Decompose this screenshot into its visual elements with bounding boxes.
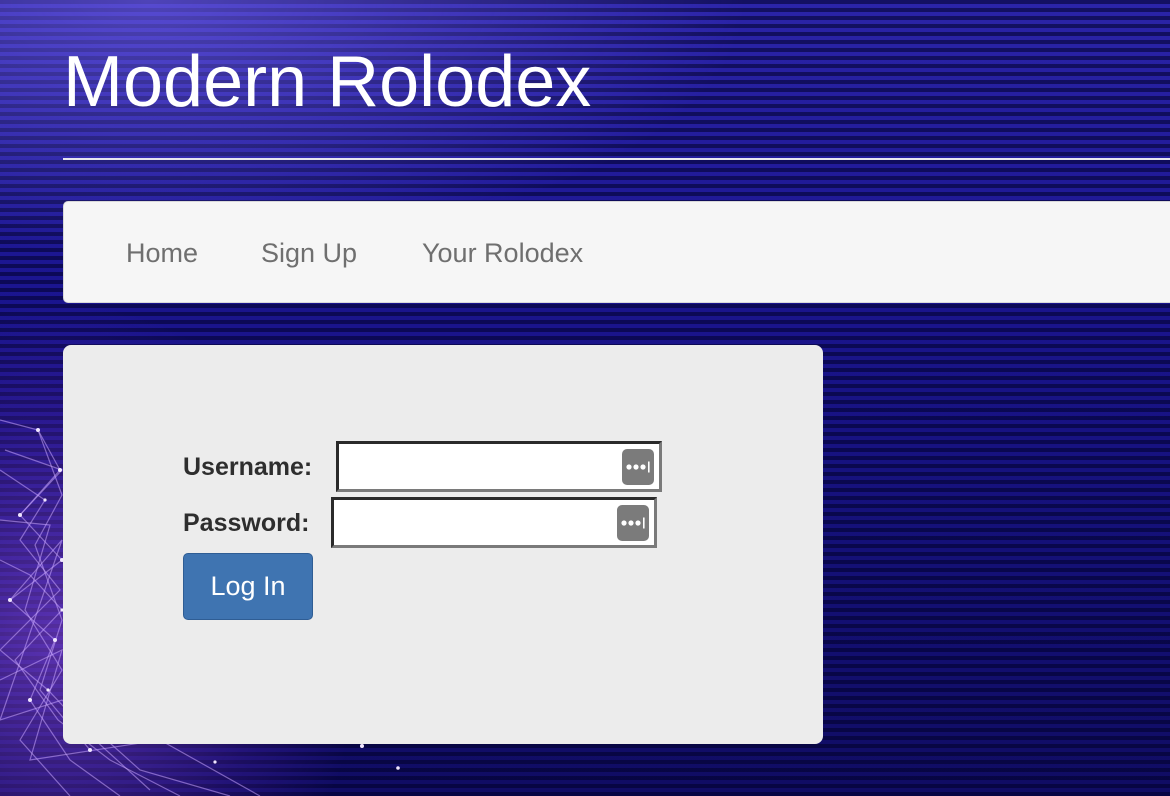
password-input[interactable] <box>331 497 657 548</box>
site-title: Modern Rolodex <box>63 42 592 122</box>
password-manager-key-icon[interactable] <box>622 449 654 485</box>
nav-link-your-rolodex[interactable]: Your Rolodex <box>422 236 583 270</box>
login-panel: Username: Password: Log In <box>63 345 823 744</box>
main-navbar: Home Sign Up Your Rolodex <box>63 201 1170 303</box>
username-input[interactable] <box>336 441 662 492</box>
password-manager-key-icon[interactable] <box>617 505 649 541</box>
username-label: Username: <box>183 453 313 481</box>
password-label: Password: <box>183 509 310 537</box>
log-in-button[interactable]: Log In <box>183 553 313 620</box>
title-divider <box>63 158 1170 160</box>
nav-link-home[interactable]: Home <box>126 236 198 270</box>
nav-link-sign-up[interactable]: Sign Up <box>261 236 357 270</box>
